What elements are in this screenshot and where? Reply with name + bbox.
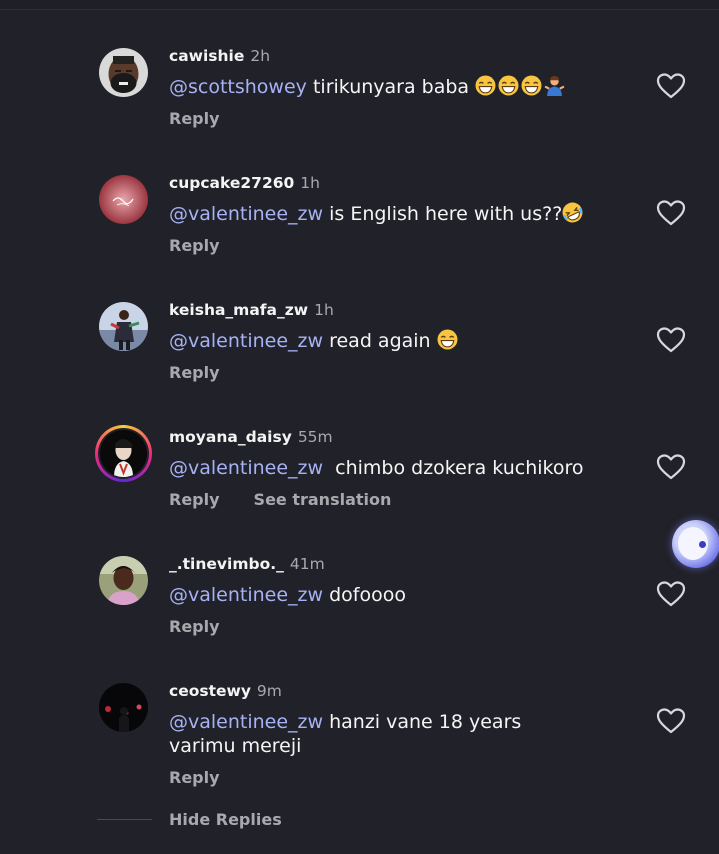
timestamp: 55m [297, 428, 333, 446]
grinning-face-icon [437, 329, 458, 350]
mention-link[interactable]: @valentinee_zw [169, 711, 323, 733]
reply-button[interactable]: Reply [169, 109, 220, 128]
grinning-face-icon [498, 75, 519, 96]
avatar[interactable] [99, 683, 148, 732]
comment-actions: Reply [169, 768, 254, 787]
comment-meta: ceostewy 9m [169, 681, 282, 700]
comment-text: @valentinee_zw hanzi vane 18 years varim… [169, 710, 589, 758]
comment-meta: cawishie 2h [169, 46, 270, 65]
heart-outline-icon[interactable] [656, 326, 686, 354]
hide-replies-button[interactable]: Hide Replies [169, 810, 282, 829]
comment-body: dofoooo [323, 584, 406, 606]
comment-body: read again [323, 330, 431, 352]
avatar-tinevimbo-image [99, 556, 148, 605]
reply-button[interactable]: Reply [169, 617, 220, 636]
avatar-cawishie-image [99, 48, 148, 97]
avatar[interactable] [99, 302, 148, 351]
avatar-cupcake27260-image [99, 175, 148, 224]
replies-divider [97, 819, 152, 820]
mention-link[interactable]: @valentinee_zw [169, 584, 323, 606]
avatar[interactable] [99, 175, 148, 224]
username[interactable]: keisha_mafa_zw [169, 301, 308, 319]
assistant-bubble-icon[interactable] [672, 520, 719, 568]
heart-outline-icon[interactable] [656, 199, 686, 227]
timestamp: 41m [289, 555, 325, 573]
comment-text: @valentinee_zw dofoooo [169, 583, 609, 607]
comment-text: @scottshowey tirikunyara baba [169, 75, 609, 99]
comment-meta: moyana_daisy 55m [169, 427, 333, 446]
heart-outline-icon[interactable] [656, 580, 686, 608]
avatar-moyana-image [100, 430, 147, 477]
person-shrugging-icon [544, 76, 565, 96]
timestamp: 1h [300, 174, 320, 192]
comment-body: tirikunyara baba [306, 76, 470, 98]
mention-link[interactable]: @scottshowey [169, 76, 307, 98]
avatar[interactable] [99, 556, 148, 605]
assistant-bubble-dot [699, 541, 706, 548]
heart-outline-icon[interactable] [656, 453, 686, 481]
mention-link[interactable]: @valentinee_zw [169, 203, 323, 225]
reply-button[interactable]: Reply [169, 768, 220, 787]
username[interactable]: ceostewy [169, 682, 251, 700]
comment-actions: Reply See translation [169, 490, 425, 509]
heart-outline-icon[interactable] [656, 72, 686, 100]
username[interactable]: moyana_daisy [169, 428, 292, 446]
reply-button[interactable]: Reply [169, 363, 220, 382]
comment-text: @valentinee_zw is English here with us?? [169, 202, 609, 226]
comment-meta: cupcake27260 1h [169, 173, 320, 192]
timestamp: 1h [314, 301, 334, 319]
timestamp: 9m [256, 682, 282, 700]
heart-outline-icon[interactable] [656, 707, 686, 735]
comment-actions: Reply [169, 617, 254, 636]
comment-text: @valentinee_zw chimbo dzokera kuchikoro [169, 456, 609, 480]
reply-button[interactable]: Reply [169, 490, 220, 509]
grinning-face-icon [521, 75, 542, 96]
mention-link[interactable]: @valentinee_zw [169, 330, 323, 352]
comment-actions: Reply [169, 236, 254, 255]
rolling-laughing-icon [562, 202, 583, 223]
comment-actions: Reply [169, 109, 254, 128]
username[interactable]: _.tinevimbo._ [169, 555, 284, 573]
avatar[interactable] [99, 48, 148, 97]
username[interactable]: cawishie [169, 47, 244, 65]
comment-body: is English here with us?? [323, 203, 563, 225]
grinning-face-icon [475, 75, 496, 96]
comment-meta: keisha_mafa_zw 1h [169, 300, 334, 319]
comment-text: @valentinee_zw read again [169, 329, 609, 353]
top-divider [0, 0, 719, 10]
see-translation-button[interactable]: See translation [254, 490, 392, 509]
comment-body: chimbo dzokera kuchikoro [323, 457, 584, 479]
username[interactable]: cupcake27260 [169, 174, 294, 192]
mention-link[interactable]: @valentinee_zw [169, 457, 323, 479]
avatar-ceostewy-image [99, 683, 148, 732]
story-ring[interactable] [95, 425, 152, 482]
comment-meta: _.tinevimbo._ 41m [169, 554, 325, 573]
timestamp: 2h [250, 47, 271, 65]
avatar [100, 430, 147, 477]
reply-button[interactable]: Reply [169, 236, 220, 255]
comment-actions: Reply [169, 363, 254, 382]
emoji-group [475, 75, 567, 98]
avatar-keisha-image [99, 302, 148, 351]
